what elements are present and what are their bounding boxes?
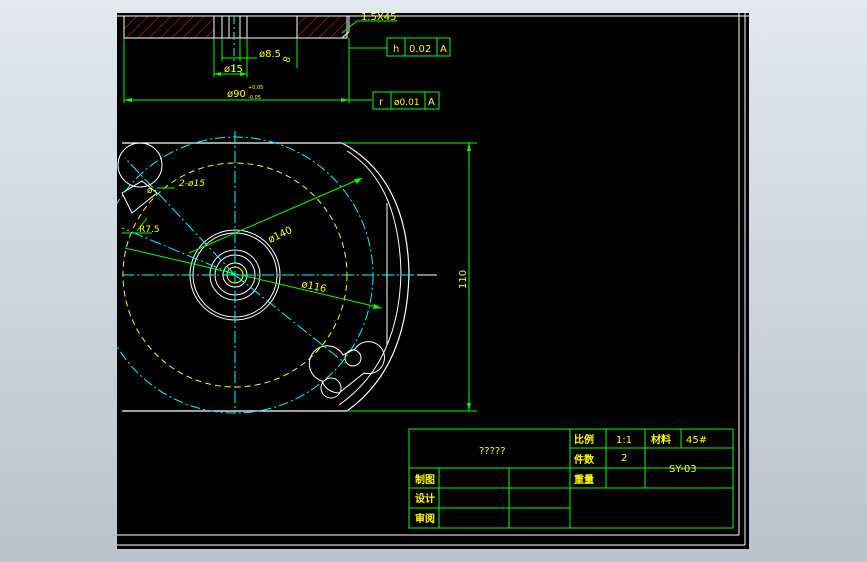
scale-label: 比例 <box>574 433 594 446</box>
holes-dim-label: 2-ø15 <box>179 179 205 189</box>
tol2-datum: A <box>428 97 435 108</box>
weight-label: 重量 <box>574 473 594 486</box>
d90-tol-down: -0.05 <box>248 95 261 101</box>
tolerance-frame-2[interactable]: r ø0.01 A <box>372 91 440 110</box>
plan-dim-arrows <box>354 143 471 411</box>
d15-dim-label: ø15 <box>224 64 243 75</box>
tolerance-frame-1[interactable]: h 0.02 A <box>386 37 451 57</box>
check-label: 审阅 <box>415 512 435 525</box>
tol1-value: 0.02 <box>409 44 431 55</box>
title-block[interactable]: ????? 比例 1:1 材料 45# 件数 2 SY-03 重量 制图 设计 … <box>408 428 734 529</box>
drawn-label: 制图 <box>415 473 435 486</box>
qty-value: 2 <box>621 453 627 464</box>
hatched-section-right <box>296 15 348 39</box>
tol1-datum: A <box>440 44 447 55</box>
depth-dim-label: 8 <box>282 55 293 63</box>
qty-label: 件数 <box>574 453 595 466</box>
hatched-section-left <box>123 15 215 39</box>
d90-dim-label: ø90 <box>227 89 246 100</box>
chamfer-dim-label: 1.5X45 <box>361 13 396 23</box>
material-label: 材料 <box>651 433 671 446</box>
d85-dim-label: ø8.5 <box>259 49 281 60</box>
d90-tol-up: +0.05 <box>248 85 263 91</box>
angle-dim-label: ø <box>147 186 153 196</box>
h110-dim-label: 110 <box>458 270 469 289</box>
scale-value: 1:1 <box>616 435 632 446</box>
drawing-frame <box>117 13 749 546</box>
plan-view[interactable]: ø140 ø116 R7.5 2-ø15 ø 110 <box>117 131 477 414</box>
drawing-name: ????? <box>479 446 506 457</box>
tol2-value: ø0.01 <box>394 98 420 108</box>
bore-section <box>213 15 298 39</box>
part-outline-inner <box>338 150 402 406</box>
section-view[interactable]: 1.5X45 ø8.5 8 ø15 ø90 +0.05 -0.05 h 0.02… <box>123 13 451 110</box>
r75-dim-label: R7.5 <box>139 225 160 235</box>
upper-hole <box>117 142 163 214</box>
slot-hole <box>308 341 385 399</box>
drawing-number: SY-03 <box>669 464 697 475</box>
cad-drawing[interactable]: 1.5X45 ø8.5 8 ø15 ø90 +0.05 -0.05 h 0.02… <box>117 13 749 549</box>
title-block-grid <box>409 429 733 528</box>
tol1-symbol: h <box>393 44 399 55</box>
design-label: 设计 <box>415 492 435 505</box>
cad-viewport[interactable]: 1.5X45 ø8.5 8 ø15 ø90 +0.05 -0.05 h 0.02… <box>117 13 749 549</box>
d140-dim-label: ø140 <box>267 225 295 246</box>
material-value: 45# <box>686 435 707 446</box>
d116-dim-label: ø116 <box>300 279 327 295</box>
tol2-symbol: r <box>379 97 384 108</box>
part-outline <box>122 142 410 412</box>
